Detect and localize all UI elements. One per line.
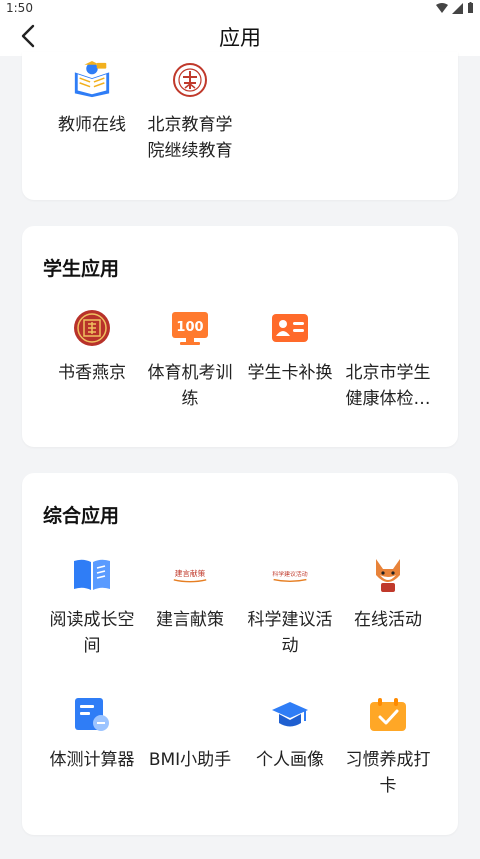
- status-time: 1:50: [6, 1, 33, 15]
- app-label: 建言献策: [156, 610, 224, 630]
- battery-icon: [468, 2, 473, 13]
- app-label: 科学建议活动: [247, 610, 333, 656]
- app-student-card[interactable]: 学生卡补换: [240, 308, 340, 386]
- student-apps-card: 学生应用 书香燕京 100 体育机考训练 学生卡补换 北京市学生健康体检…: [22, 226, 458, 447]
- status-bar: 1:50: [0, 0, 480, 16]
- app-health-check[interactable]: 北京市学生健康体检…: [338, 308, 438, 412]
- app-science-suggestion[interactable]: 科学建议活动 科学建议活动: [240, 555, 340, 659]
- app-fitness-calculator[interactable]: 体测计算器: [42, 695, 142, 773]
- app-online-activity[interactable]: 在线活动: [338, 555, 438, 633]
- fox-mascot-icon: [368, 555, 408, 595]
- app-label: 学生卡补换: [247, 363, 333, 383]
- app-habit-checkin[interactable]: 习惯养成打卡: [338, 695, 438, 799]
- teacher-online-icon: [72, 60, 112, 100]
- general-apps-card: 综合应用 阅读成长空间 建言献策 建言献策 科学建议活动 科学建议活动 在线活动…: [22, 473, 458, 835]
- app-label: 体育机考训练: [147, 363, 233, 409]
- app-bmi-helper[interactable]: BMI小助手: [140, 695, 240, 773]
- app-jianyan[interactable]: 建言献策 建言献策: [140, 555, 240, 633]
- science-banner-text: 科学建议活动: [272, 570, 307, 578]
- graduation-cap-icon: [270, 695, 310, 735]
- sports-exam-icon: 100: [170, 308, 210, 348]
- svg-text:100: 100: [176, 320, 203, 335]
- status-icons: [436, 2, 474, 14]
- app-label: 体测计算器: [49, 750, 135, 770]
- app-label: 北京市学生健康体检…: [345, 363, 431, 409]
- app-label: 书香燕京: [58, 363, 126, 383]
- app-beijing-institute[interactable]: 北京教育学院继续教育: [140, 60, 240, 164]
- section-title-student: 学生应用: [43, 258, 120, 280]
- app-sports-exam[interactable]: 100 体育机考训练: [140, 308, 240, 412]
- book-icon: [72, 555, 112, 595]
- student-card-icon: [270, 308, 310, 348]
- science-banner-icon: 科学建议活动: [270, 555, 310, 595]
- app-teacher-online[interactable]: 教师在线: [42, 60, 142, 138]
- app-personal-portrait[interactable]: 个人画像: [240, 695, 340, 773]
- page-title: 应用: [219, 26, 261, 50]
- calendar-check-icon: [368, 695, 408, 735]
- wifi-icon: [436, 2, 448, 13]
- health-check-icon: [368, 308, 408, 348]
- beijing-institute-seal-icon: [170, 60, 210, 100]
- calculator-icon: [72, 695, 112, 735]
- app-header: 应用: [0, 16, 480, 56]
- signal-icon: [452, 2, 463, 14]
- app-label: 北京教育学院继续教育: [147, 115, 233, 161]
- section-title-general: 综合应用: [43, 505, 120, 527]
- bmi-icon: [170, 695, 210, 735]
- app-label: 阅读成长空间: [49, 610, 135, 656]
- jianyan-banner-text: 建言献策: [175, 568, 206, 578]
- app-label: BMI小助手: [148, 750, 232, 770]
- top-apps-card: 教师在线 北京教育学院继续教育: [22, 52, 458, 200]
- app-label: 在线活动: [354, 610, 422, 630]
- app-label: 习惯养成打卡: [345, 750, 431, 796]
- app-reading-space[interactable]: 阅读成长空间: [42, 555, 142, 659]
- app-shuxiang[interactable]: 书香燕京: [42, 308, 142, 386]
- shuxiang-seal-icon: [72, 308, 112, 348]
- jianyan-banner-icon: 建言献策: [170, 555, 210, 595]
- app-label: 教师在线: [58, 115, 126, 135]
- app-label: 个人画像: [256, 750, 324, 770]
